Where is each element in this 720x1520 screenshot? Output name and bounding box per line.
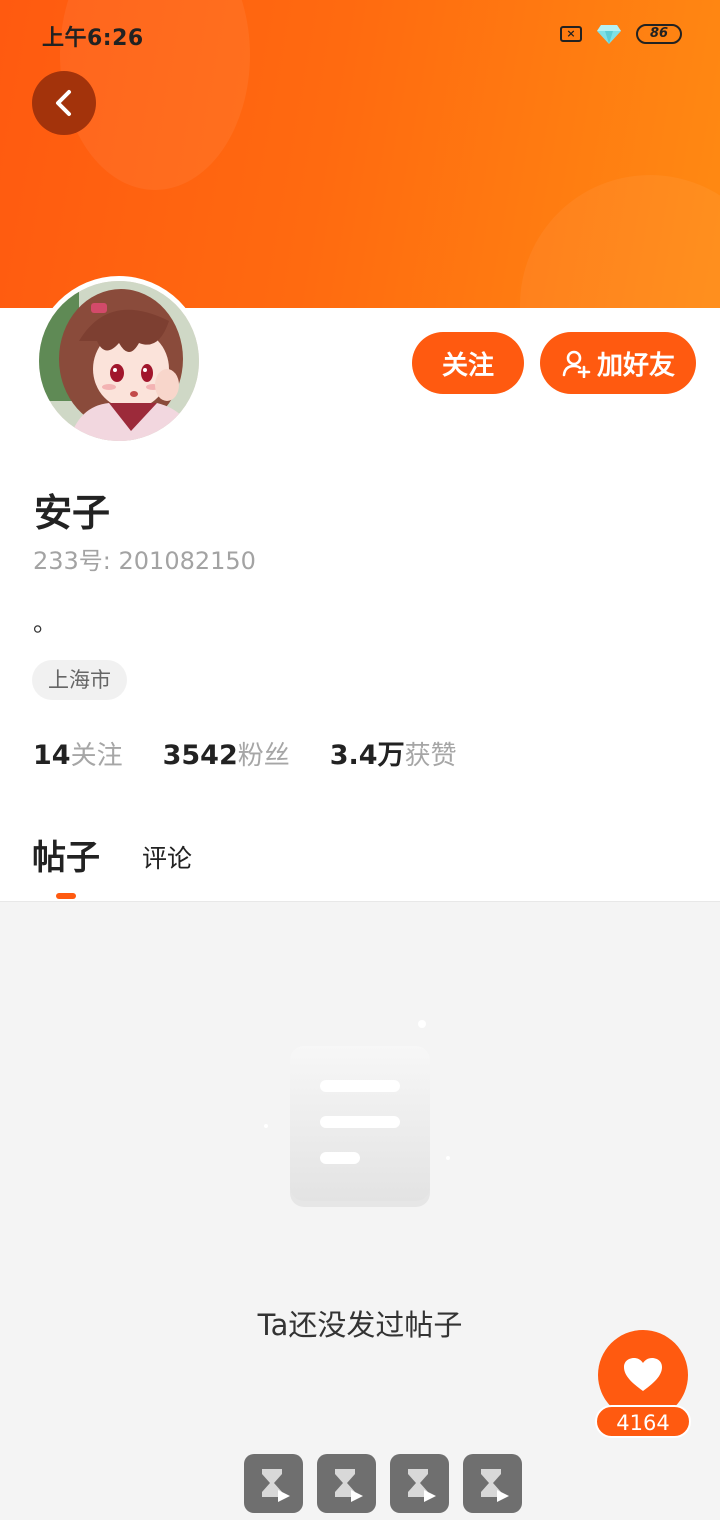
hourglass-play-icon (480, 1468, 509, 1502)
stat-value: 3.4万 (329, 740, 405, 771)
tab-comments[interactable]: 评论 (142, 839, 192, 875)
hourglass-icon[interactable] (317, 1454, 376, 1513)
stat-label: 获赞 (404, 741, 457, 771)
back-button[interactable] (32, 71, 96, 135)
add-user-icon (562, 350, 591, 378)
hourglass-play-icon (334, 1468, 363, 1502)
add-friend-label: 加好友 (596, 350, 675, 381)
stat-value: 3542 (162, 740, 238, 771)
tab-posts[interactable]: 帖子 (32, 830, 100, 879)
hourglass-icon[interactable] (390, 1454, 449, 1513)
follow-button[interactable]: 关注 (412, 332, 524, 394)
battery-indicator: 86 (636, 24, 682, 44)
stat-label: 关注 (70, 741, 123, 771)
floating-task-bar (244, 1454, 522, 1513)
divider (0, 901, 720, 902)
follow-button-label: 关注 (441, 350, 494, 381)
stat-likes[interactable]: 3.4万 获赞 (330, 733, 457, 772)
stat-value: 14 (33, 740, 71, 771)
user-id: 233号: 201082150 (33, 547, 256, 575)
add-friend-button[interactable]: 加好友 (540, 332, 696, 394)
avatar[interactable] (34, 276, 204, 446)
hourglass-play-icon (261, 1468, 290, 1502)
status-bar: 上午6:26 × 86 (0, 0, 720, 70)
status-icons: × 86 (560, 23, 682, 45)
stat-following[interactable]: 14 关注 (33, 735, 123, 772)
sim-missing-icon: × (560, 26, 582, 42)
empty-state-message: Ta还没发过帖子 (257, 1308, 463, 1342)
diamond-icon (597, 25, 621, 44)
avatar-image (39, 281, 199, 441)
heart-icon (624, 1358, 662, 1391)
nickname: 安子 (34, 491, 111, 535)
hourglass-icon[interactable] (244, 1454, 303, 1513)
anime-avatar-icon (39, 281, 199, 441)
stats-row: 14 关注 3542 粉丝 3.4万 获赞 (33, 733, 457, 772)
hourglass-play-icon (407, 1468, 436, 1502)
status-time: 上午6:26 (42, 26, 144, 51)
stat-followers[interactable]: 3542 粉丝 (163, 735, 290, 772)
chevron-left-icon (56, 90, 71, 116)
tab-active-indicator (56, 893, 76, 899)
bio: 。 (33, 609, 57, 637)
hourglass-icon[interactable] (463, 1454, 522, 1513)
banner-decoration (520, 175, 720, 308)
stat-label: 粉丝 (237, 741, 290, 771)
location-tag: 上海市 (32, 660, 127, 700)
like-count-badge: 4164 (595, 1405, 691, 1438)
empty-document-icon (264, 1020, 450, 1207)
